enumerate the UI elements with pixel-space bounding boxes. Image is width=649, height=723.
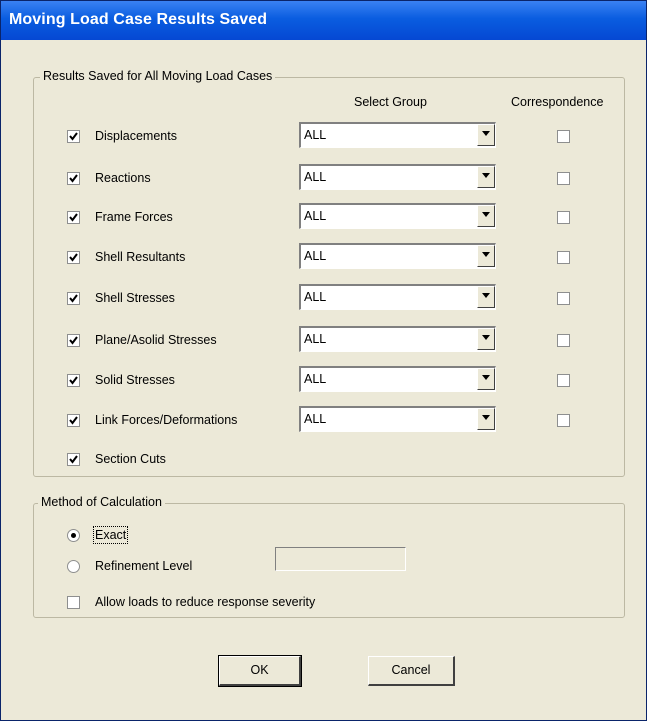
result-checkbox[interactable] [67,130,80,143]
select-group-dropdown[interactable]: ALL [299,326,496,352]
select-group-dropdown[interactable]: ALL [299,406,496,432]
select-group-value: ALL [304,209,327,223]
result-checkbox[interactable] [67,334,80,347]
method-group-legend: Method of Calculation [38,495,165,509]
correspondence-checkbox[interactable] [557,172,570,185]
result-label: Shell Stresses [95,291,175,305]
chevron-down-icon[interactable] [477,368,495,390]
select-group-value: ALL [304,290,327,304]
select-group-dropdown[interactable]: ALL [299,284,496,310]
correspondence-checkbox[interactable] [557,374,570,387]
allow-loads-checkbox[interactable] [67,596,80,609]
exact-radio[interactable] [67,529,80,542]
result-label: Frame Forces [95,210,173,224]
cancel-button[interactable]: Cancel [368,656,455,686]
refinement-level-input[interactable] [275,547,406,571]
result-label: Displacements [95,129,177,143]
result-checkbox[interactable] [67,374,80,387]
results-group-legend: Results Saved for All Moving Load Cases [40,69,276,83]
chevron-down-icon[interactable] [477,205,495,227]
select-group-dropdown[interactable]: ALL [299,366,496,392]
select-group-dropdown[interactable]: ALL [299,122,496,148]
title-bar[interactable]: Moving Load Case Results Saved [1,1,646,40]
select-group-value: ALL [304,128,327,142]
section-cuts-label: Section Cuts [95,452,166,466]
select-group-dropdown[interactable]: ALL [299,203,496,229]
result-label: Plane/Asolid Stresses [95,333,217,347]
correspondence-checkbox[interactable] [557,414,570,427]
chevron-down-icon[interactable] [477,328,495,350]
result-checkbox[interactable] [67,292,80,305]
chevron-down-icon[interactable] [477,286,495,308]
window-title: Moving Load Case Results Saved [9,11,268,28]
result-checkbox[interactable] [67,211,80,224]
correspondence-checkbox[interactable] [557,251,570,264]
exact-label: Exact [92,526,129,544]
radio-selected-dot [71,533,76,538]
chevron-down-icon[interactable] [477,245,495,267]
result-label: Reactions [95,171,151,185]
result-checkbox[interactable] [67,172,80,185]
chevron-down-icon[interactable] [477,408,495,430]
select-group-dropdown[interactable]: ALL [299,243,496,269]
chevron-down-icon[interactable] [477,124,495,146]
correspondence-header: Correspondence [511,95,604,109]
refinement-level-radio[interactable] [67,560,80,573]
dialog-window: Moving Load Case Results Saved Results S… [0,0,647,721]
result-checkbox[interactable] [67,414,80,427]
correspondence-checkbox[interactable] [557,292,570,305]
allow-loads-label: Allow loads to reduce response severity [95,595,316,609]
refinement-level-label: Refinement Level [95,559,193,573]
correspondence-checkbox[interactable] [557,130,570,143]
ok-button[interactable]: OK [218,655,302,687]
select-group-header: Select Group [354,95,427,109]
result-label: Link Forces/Deformations [95,413,238,427]
select-group-value: ALL [304,249,327,263]
chevron-down-icon[interactable] [477,166,495,188]
correspondence-checkbox[interactable] [557,334,570,347]
select-group-value: ALL [304,332,327,346]
section-cuts-checkbox[interactable] [67,453,80,466]
select-group-value: ALL [304,372,327,386]
select-group-value: ALL [304,412,327,426]
result-checkbox[interactable] [67,251,80,264]
correspondence-checkbox[interactable] [557,211,570,224]
select-group-dropdown[interactable]: ALL [299,164,496,190]
select-group-value: ALL [304,170,327,184]
result-label: Solid Stresses [95,373,175,387]
result-label: Shell Resultants [95,250,186,264]
